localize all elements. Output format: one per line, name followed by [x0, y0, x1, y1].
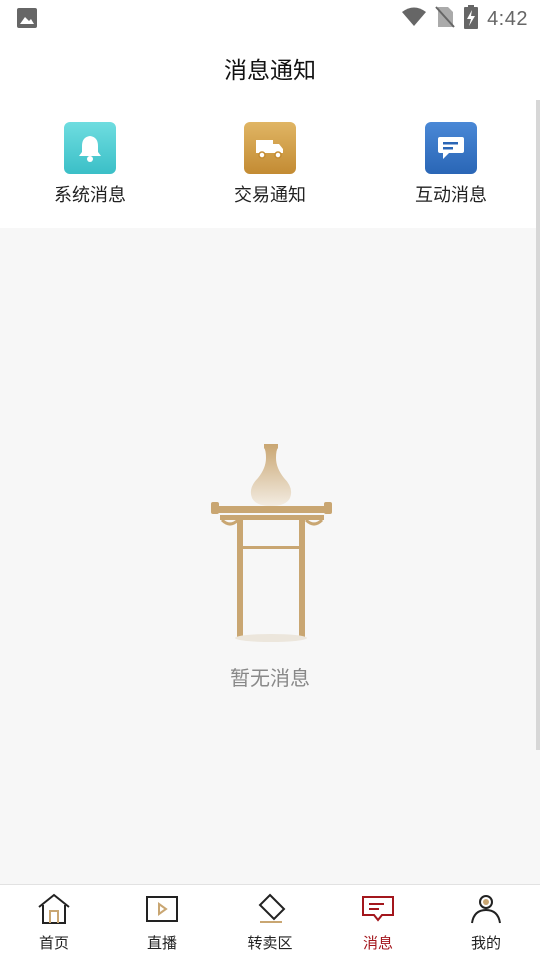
status-bar: 4:42: [0, 0, 540, 36]
empty-state-text: 暂无消息: [230, 666, 310, 690]
no-sim-icon: [435, 5, 455, 33]
battery-charging-icon: [463, 5, 479, 33]
truck-icon: [244, 122, 296, 174]
category-label: 系统消息: [54, 185, 126, 206]
bell-icon: [64, 122, 116, 174]
bottom-tab-bar: 首页 直播 转卖区 消息 我的: [0, 884, 540, 961]
page-title: 消息通知: [224, 58, 316, 84]
scrollbar[interactable]: [536, 100, 540, 750]
play-icon: [146, 896, 178, 922]
tab-label: 直播: [146, 934, 177, 952]
tab-resale[interactable]: 转卖区: [216, 893, 324, 953]
wifi-icon: [401, 6, 427, 32]
tab-messages[interactable]: 消息: [324, 893, 432, 953]
image-notification-icon: [16, 7, 38, 33]
category-interactive-messages[interactable]: 互动消息: [391, 122, 511, 207]
home-icon: [38, 893, 70, 924]
tab-home[interactable]: 首页: [0, 893, 108, 953]
vase-on-stand-illustration: [211, 444, 332, 642]
category-label: 互动消息: [415, 185, 487, 206]
user-icon: [471, 895, 501, 924]
tab-label: 消息: [362, 934, 393, 952]
tab-me[interactable]: 我的: [432, 893, 540, 953]
category-system-messages[interactable]: 系统消息: [30, 122, 150, 207]
page-header: 消息通知: [0, 36, 540, 100]
tag-icon: [258, 893, 286, 923]
chat-icon: [425, 122, 477, 174]
category-label: 交易通知: [234, 185, 306, 206]
message-icon: [362, 896, 394, 922]
message-categories: 系统消息 交易通知 互动消息: [0, 100, 540, 228]
tab-label: 转卖区: [247, 934, 293, 952]
tab-label: 我的: [470, 934, 501, 952]
status-time: 4:42: [487, 7, 528, 30]
tab-live[interactable]: 直播: [108, 893, 216, 953]
category-trade-notifications[interactable]: 交易通知: [210, 122, 330, 207]
tab-label: 首页: [38, 934, 69, 952]
